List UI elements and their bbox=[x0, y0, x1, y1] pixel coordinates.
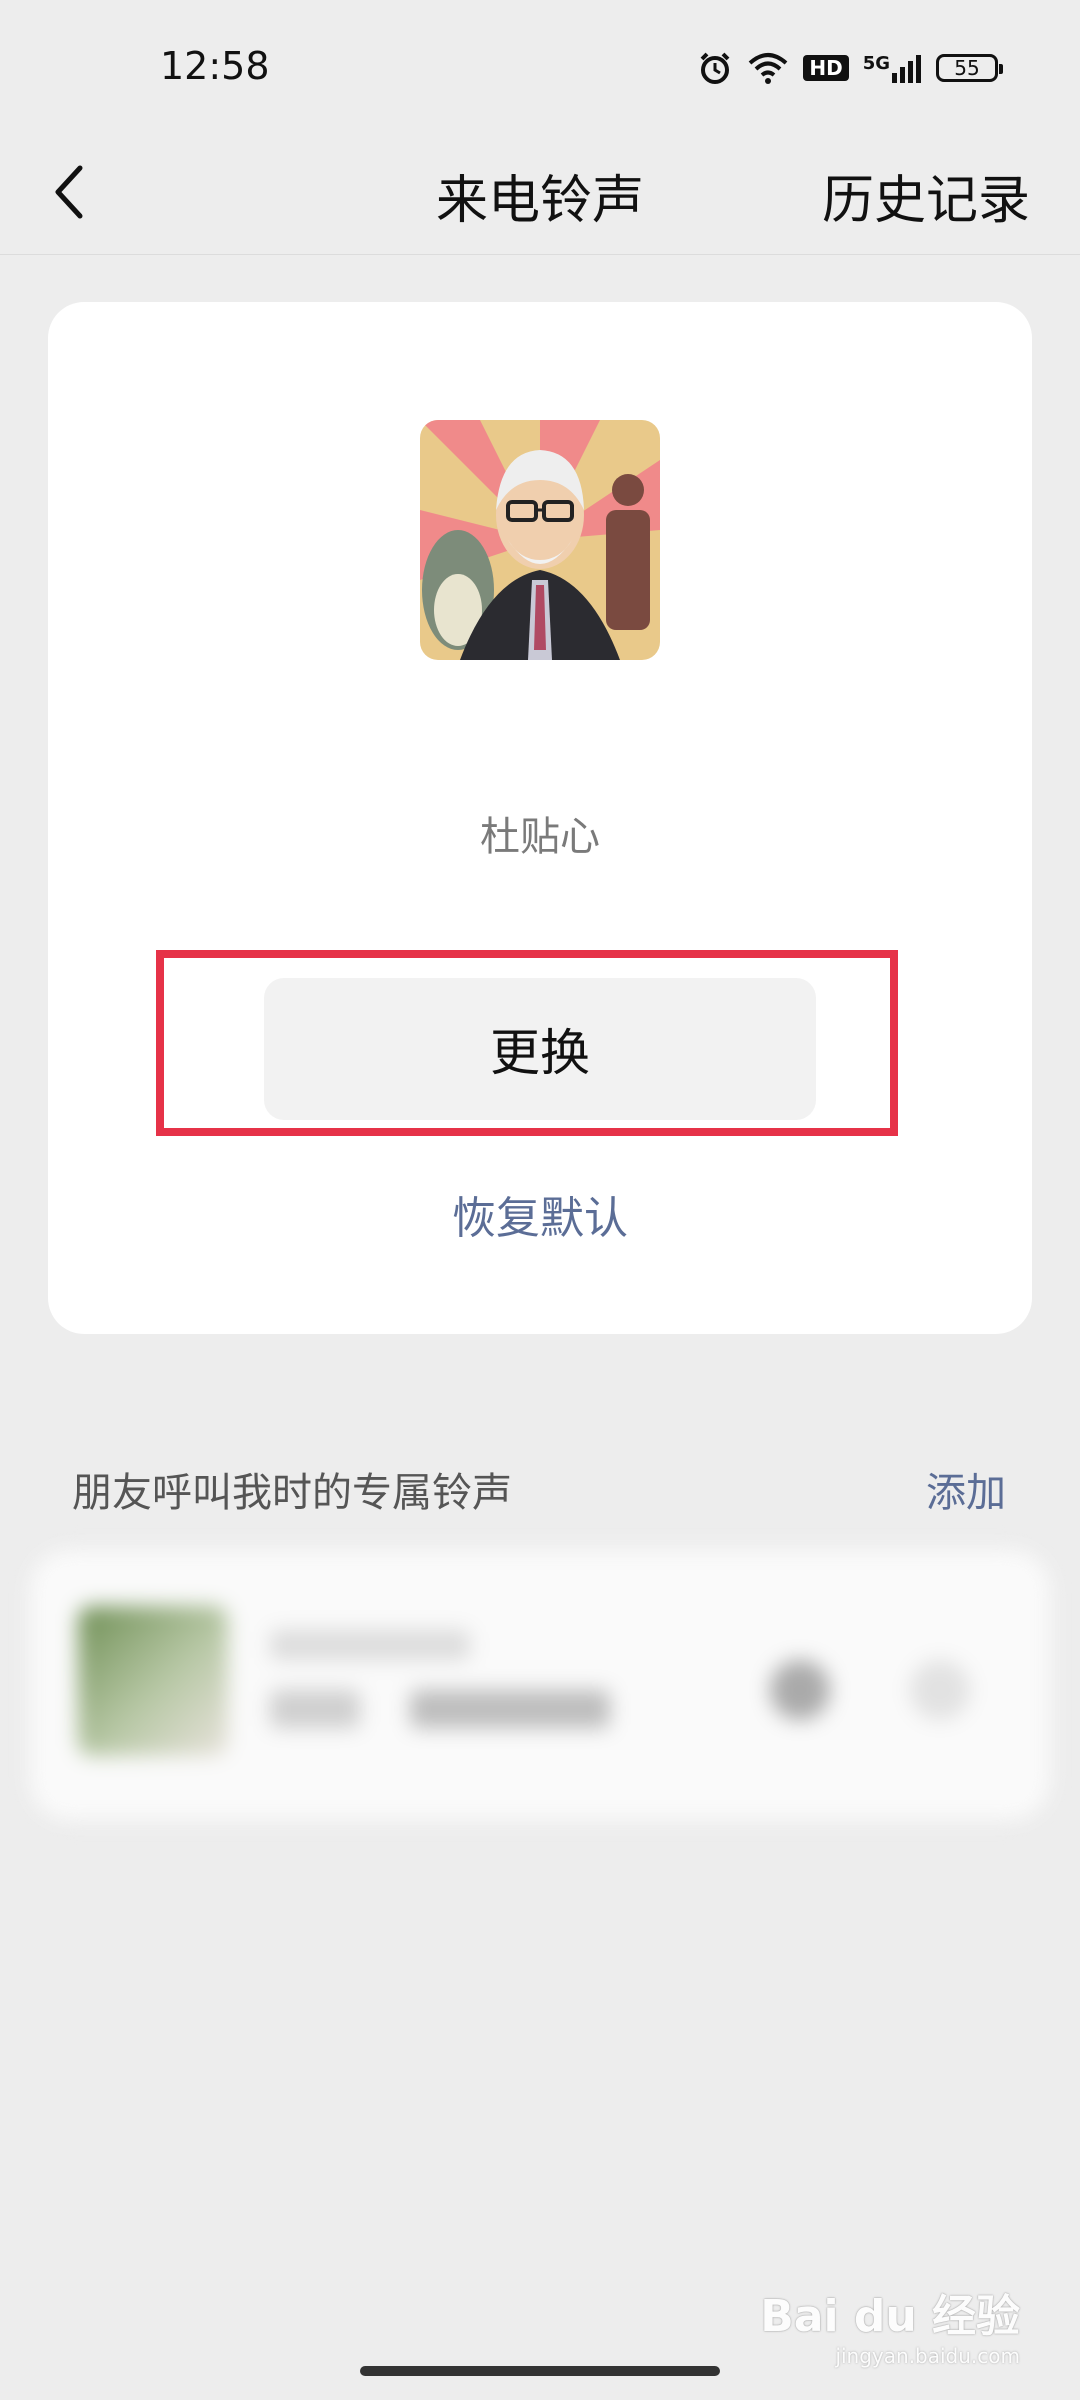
wifi-icon bbox=[747, 51, 789, 85]
play-icon[interactable] bbox=[770, 1660, 830, 1720]
alarm-icon bbox=[697, 50, 733, 86]
friend-avatar bbox=[78, 1606, 228, 1756]
watermark: Bai du 经验 jingyan.baidu.com bbox=[760, 2280, 1020, 2368]
restore-default-button[interactable]: 恢复默认 bbox=[48, 1182, 1032, 1246]
battery-level: 55 bbox=[954, 56, 980, 80]
ringtone-detail-placeholder bbox=[410, 1690, 610, 1728]
battery-icon: 55 bbox=[936, 54, 1003, 82]
app-header: 来电铃声 历史记录 bbox=[0, 136, 1080, 255]
network-label: 5G bbox=[862, 53, 890, 74]
status-icons: HD 5G 55 bbox=[697, 44, 1003, 92]
hd-icon: HD bbox=[803, 55, 849, 81]
home-indicator[interactable] bbox=[360, 2366, 720, 2376]
history-button[interactable]: 历史记录 bbox=[822, 158, 1030, 233]
watermark-logo: Bai du 经验 bbox=[760, 2291, 1020, 2342]
contact-name: 杜贴心 bbox=[480, 814, 600, 860]
ringtone-name-placeholder bbox=[270, 1690, 360, 1728]
change-ringtone-button[interactable]: 更换 bbox=[264, 978, 816, 1120]
add-button[interactable]: 添加 bbox=[926, 1460, 1006, 1518]
friend-ringtone-section-label: 朋友呼叫我时的专属铃声 bbox=[72, 1470, 512, 1516]
friend-ringtone-item[interactable] bbox=[30, 1550, 1050, 1820]
watermark-url: jingyan.baidu.com bbox=[835, 2344, 1020, 2368]
status-time: 12:58 bbox=[160, 44, 270, 88]
friend-name-placeholder bbox=[270, 1630, 470, 1660]
status-bar: 12:58 HD 5G 55 bbox=[0, 0, 1080, 136]
more-icon[interactable] bbox=[910, 1660, 970, 1720]
5g-signal-icon: 5G bbox=[863, 53, 922, 83]
ringtone-card: 杜贴心 更换 恢复默认 bbox=[48, 302, 1032, 1334]
contact-avatar bbox=[420, 420, 660, 660]
